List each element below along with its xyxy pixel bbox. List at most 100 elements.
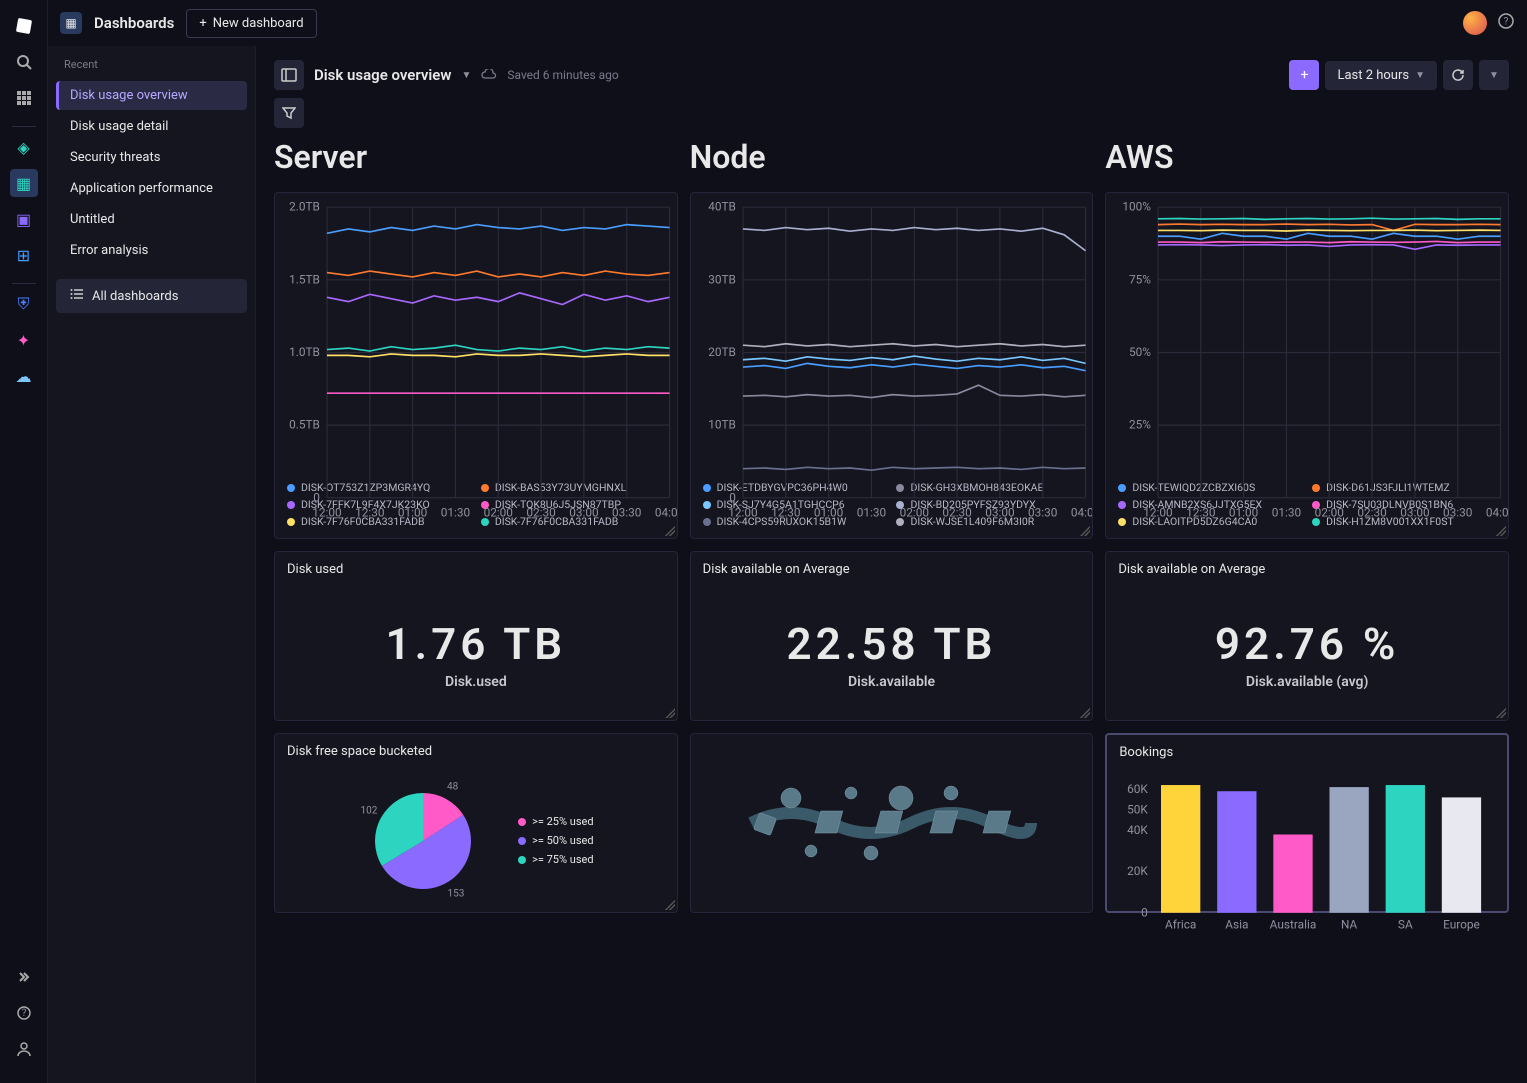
sidebar-item[interactable]: Security threats — [56, 143, 247, 172]
chevron-down-icon[interactable]: ▼ — [461, 70, 471, 81]
dashboard-name: Disk usage overview — [314, 66, 451, 84]
metric-title: Disk available on Average — [1106, 552, 1508, 587]
svg-text:153: 153 — [448, 888, 465, 899]
section-title: Dashboards — [94, 14, 174, 32]
legend-label: >= 50% used — [532, 834, 593, 847]
network-icon[interactable]: ✦ — [10, 326, 38, 354]
legend-item[interactable]: >= 25% used — [518, 815, 593, 828]
topbar: ▦ Dashboards + New dashboard ? — [48, 0, 1527, 46]
svg-text:02:00: 02:00 — [484, 506, 513, 520]
legend-item[interactable]: >= 75% used — [518, 853, 593, 866]
svg-text:12:30: 12:30 — [771, 506, 800, 520]
resize-handle[interactable] — [665, 526, 675, 536]
resize-handle[interactable] — [665, 900, 675, 910]
expand-icon[interactable] — [10, 963, 38, 991]
new-dashboard-button[interactable]: + New dashboard — [186, 9, 316, 38]
svg-text:0: 0 — [313, 490, 320, 504]
sidebar-item-label: Untitled — [70, 212, 115, 227]
more-button[interactable]: ▼ — [1479, 60, 1509, 90]
svg-text:20TB: 20TB — [708, 345, 736, 359]
new-dashboard-label: New dashboard — [213, 16, 304, 31]
section-heading-node: Node — [690, 138, 1094, 180]
metric-title: Disk used — [275, 552, 677, 587]
resize-handle[interactable] — [1080, 526, 1090, 536]
svg-text:48: 48 — [447, 781, 459, 792]
refresh-button[interactable] — [1443, 60, 1473, 90]
logo-icon[interactable] — [10, 12, 38, 40]
svg-text:03:00: 03:00 — [569, 506, 598, 520]
svg-text:03:30: 03:30 — [612, 506, 641, 520]
search-icon[interactable] — [10, 48, 38, 76]
svg-text:04:00: 04:00 — [1071, 506, 1093, 520]
box-icon[interactable]: ▣ — [10, 205, 38, 233]
resize-handle[interactable] — [1496, 526, 1506, 536]
resize-handle[interactable] — [1496, 708, 1506, 718]
filter-button[interactable] — [274, 98, 304, 128]
metric-field: Disk.available (avg) — [1246, 674, 1369, 690]
line-chart-panel-aws: 25%50%75%100%12:0012:3001:0001:3002:0002… — [1105, 192, 1509, 539]
section-heading-aws: AWS — [1105, 138, 1509, 180]
legend-dot-icon — [518, 837, 526, 845]
metric-value: 92.76 % — [1215, 618, 1399, 670]
separator — [12, 283, 36, 284]
sidebar-item[interactable]: Application performance — [56, 174, 247, 203]
svg-text:1.5TB: 1.5TB — [289, 272, 320, 286]
resize-handle[interactable] — [665, 708, 675, 718]
metric-panel-disk-available: Disk available on Average 22.58 TB Disk.… — [690, 551, 1094, 721]
svg-text:01:00: 01:00 — [1229, 506, 1258, 520]
apps-icon[interactable] — [10, 84, 38, 112]
add-button[interactable]: + — [1289, 60, 1319, 90]
main-content: Disk usage overview ▼ Saved 6 minutes ag… — [256, 46, 1527, 1083]
cloud-icon[interactable]: ☁ — [10, 362, 38, 390]
toggle-sidebar-button[interactable] — [274, 60, 304, 90]
svg-text:02:00: 02:00 — [899, 506, 928, 520]
user-icon[interactable] — [10, 1035, 38, 1063]
svg-text:?: ? — [21, 1008, 26, 1019]
separator — [12, 126, 36, 127]
section-heading-server: Server — [274, 138, 678, 180]
cube-icon[interactable]: ◈ — [10, 133, 38, 161]
nav-rail: ◈ ▦ ▣ ⊞ ⛨ ✦ ☁ ? — [0, 0, 48, 1083]
time-range-button[interactable]: Last 2 hours ▼ — [1325, 61, 1437, 90]
svg-text:01:00: 01:00 — [814, 506, 843, 520]
saved-status: Saved 6 minutes ago — [507, 68, 618, 82]
time-range-label: Last 2 hours — [1337, 68, 1409, 83]
svg-text:01:30: 01:30 — [441, 506, 470, 520]
svg-text:12:00: 12:00 — [312, 506, 341, 520]
svg-text:02:00: 02:00 — [1315, 506, 1344, 520]
all-dashboards-button[interactable]: All dashboards — [56, 279, 247, 313]
svg-text:Europe: Europe — [1443, 917, 1480, 931]
dashboards-icon[interactable]: ▦ — [10, 169, 38, 197]
dashboard-header: Disk usage overview ▼ Saved 6 minutes ag… — [256, 46, 1527, 98]
sidebar-item[interactable]: Disk usage detail — [56, 112, 247, 141]
line-chart-panel-server: 00.5TB1.0TB1.5TB2.0TB12:0012:3001:0001:3… — [274, 192, 678, 539]
svg-text:40K: 40K — [1127, 823, 1148, 837]
sidebar-item[interactable]: Disk usage overview — [56, 81, 247, 110]
svg-text:Asia: Asia — [1226, 917, 1249, 931]
svg-text:40TB: 40TB — [708, 200, 736, 214]
svg-text:03:00: 03:00 — [1401, 506, 1430, 520]
legend-item[interactable]: >= 50% used — [518, 834, 593, 847]
metric-field: Disk.used — [445, 674, 507, 690]
svg-text:02:30: 02:30 — [526, 506, 555, 520]
avatar[interactable] — [1463, 11, 1487, 35]
svg-text:12:30: 12:30 — [1186, 506, 1215, 520]
help-icon[interactable]: ? — [10, 999, 38, 1027]
svg-text:03:00: 03:00 — [985, 506, 1014, 520]
svg-text:01:30: 01:30 — [1272, 506, 1301, 520]
global-help-icon[interactable]: ? — [1497, 12, 1515, 34]
sidebar-item[interactable]: Error analysis — [56, 236, 247, 265]
all-dashboards-label: All dashboards — [92, 289, 178, 304]
illustration-icon — [741, 773, 1041, 873]
svg-text:12:00: 12:00 — [728, 506, 757, 520]
metric-panel-disk-used: Disk used 1.76 TB Disk.used — [274, 551, 678, 721]
shield-icon[interactable]: ⛨ — [10, 290, 38, 318]
sidebar-item[interactable]: Untitled — [56, 205, 247, 234]
resize-handle[interactable] — [1080, 708, 1090, 718]
svg-text:04:00: 04:00 — [1486, 506, 1508, 520]
svg-text:02:30: 02:30 — [942, 506, 971, 520]
svg-text:75%: 75% — [1129, 272, 1151, 286]
svg-text:0: 0 — [729, 490, 736, 504]
metric-panel-disk-available-avg: Disk available on Average 92.76 % Disk.a… — [1105, 551, 1509, 721]
grid-icon[interactable]: ⊞ — [10, 241, 38, 269]
